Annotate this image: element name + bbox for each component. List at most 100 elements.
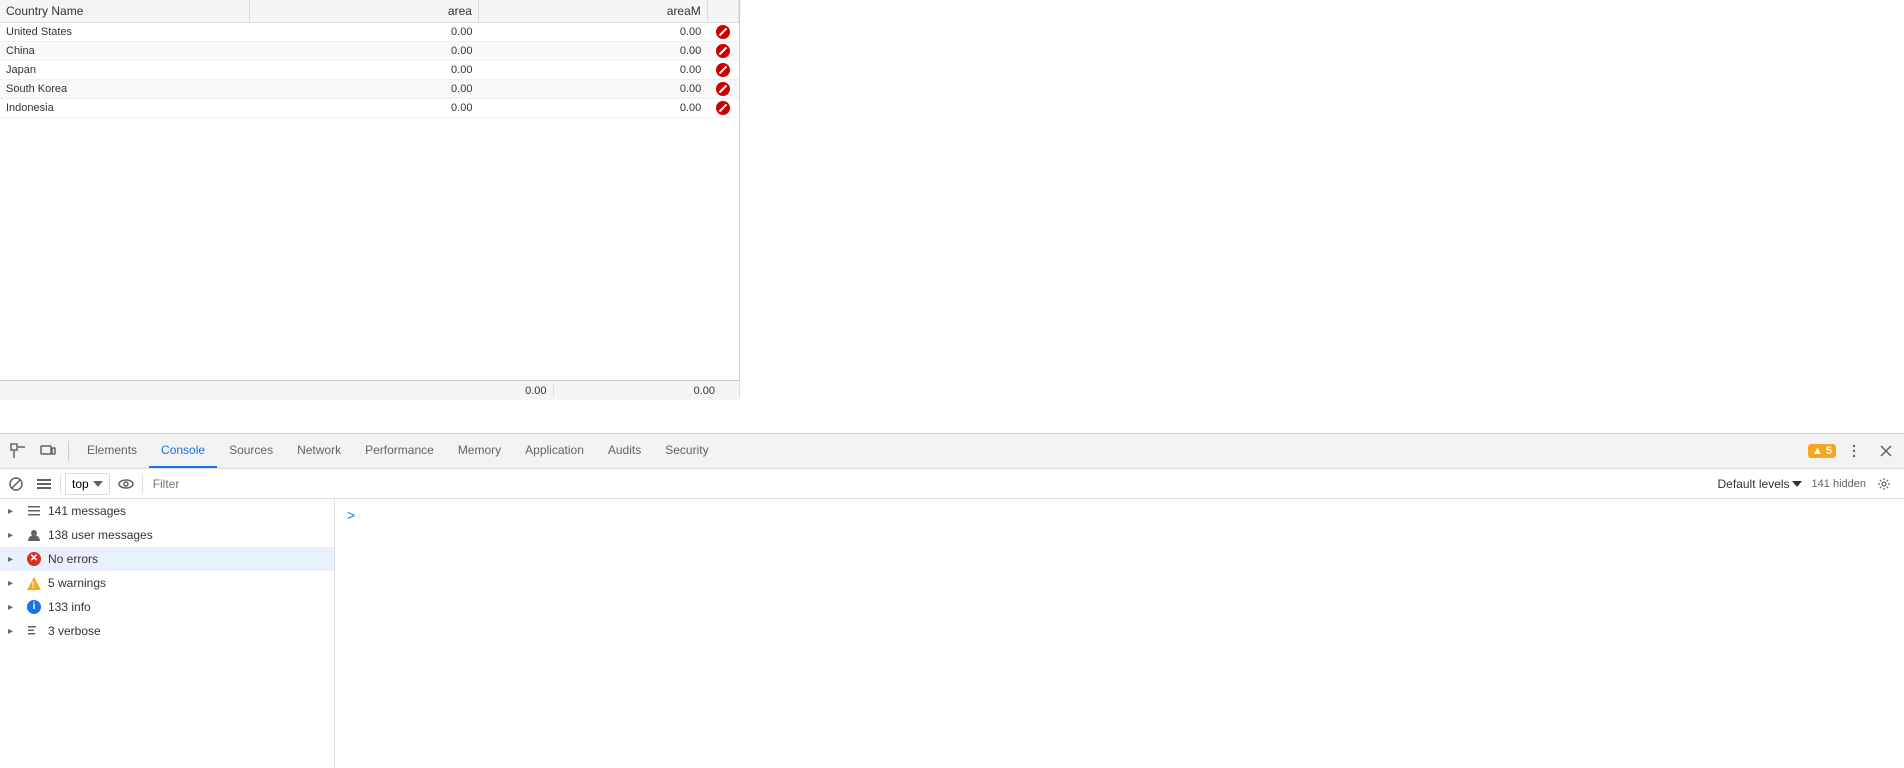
sidebar-item-info[interactable]: ▸ i 133 info bbox=[0, 595, 334, 619]
sidebar-item-label: 138 user messages bbox=[48, 528, 153, 542]
warning-badge: ▲ 5 bbox=[1808, 444, 1836, 458]
no-entry-icon bbox=[716, 101, 730, 115]
console-toolbar: top Default levels 141 hidden bbox=[0, 469, 1904, 499]
expand-arrow: ▸ bbox=[8, 554, 20, 565]
clear-console-btn[interactable] bbox=[4, 472, 28, 496]
item-icon-warning: ! bbox=[26, 575, 42, 591]
hidden-count-area: 141 hidden bbox=[1812, 472, 1900, 496]
table-row[interactable]: China 0.00 0.00 bbox=[0, 42, 739, 61]
table-row[interactable]: United States 0.00 0.00 bbox=[0, 23, 739, 42]
more-options-btn[interactable] bbox=[1840, 437, 1868, 465]
sidebar-item-label: 141 messages bbox=[48, 504, 126, 518]
context-selector[interactable]: top bbox=[65, 473, 110, 495]
cell-country: Indonesia bbox=[0, 99, 250, 118]
col-header-actions bbox=[707, 0, 738, 23]
context-dropdown-icon bbox=[93, 481, 103, 487]
cell-aream: 0.00 bbox=[478, 61, 707, 80]
item-icon-error: ✕ bbox=[26, 551, 42, 567]
eye-btn[interactable] bbox=[114, 472, 138, 496]
cell-area: 0.00 bbox=[250, 80, 479, 99]
sidebar-item-all-messages[interactable]: ▸ 141 messages bbox=[0, 499, 334, 523]
data-table-container: Country Name area areaM United States 0.… bbox=[0, 0, 740, 400]
item-icon-user bbox=[26, 527, 42, 543]
cell-aream: 0.00 bbox=[478, 23, 707, 42]
sidebar-item-errors[interactable]: ▸ ✕ No errors bbox=[0, 547, 334, 571]
tab-application[interactable]: Application bbox=[513, 434, 596, 468]
toolbar-right: ▲ 5 bbox=[1808, 437, 1900, 465]
hidden-count-label: 141 hidden bbox=[1812, 478, 1866, 490]
cell-area: 0.00 bbox=[250, 42, 479, 61]
cell-aream: 0.00 bbox=[478, 42, 707, 61]
col-header-country[interactable]: Country Name bbox=[0, 0, 250, 23]
devtools-toolbar: ElementsConsoleSourcesNetworkPerformance… bbox=[0, 434, 1904, 469]
sidebar-item-label: 133 info bbox=[48, 600, 91, 614]
sidebar-item-label: No errors bbox=[48, 552, 98, 566]
no-entry-icon bbox=[716, 44, 730, 58]
tab-console[interactable]: Console bbox=[149, 434, 217, 468]
console-sidebar: ▸ 141 messages ▸ 138 user messages ▸ ✕ N… bbox=[0, 499, 335, 768]
console-input[interactable] bbox=[359, 508, 1892, 522]
filter-input[interactable] bbox=[147, 473, 1708, 495]
console-prompt: > bbox=[339, 503, 1900, 527]
sidebar-item-label: 3 verbose bbox=[48, 624, 101, 638]
sidebar-item-label: 5 warnings bbox=[48, 576, 106, 590]
expand-arrow: ▸ bbox=[8, 506, 20, 517]
cell-action[interactable] bbox=[707, 42, 738, 61]
tab-security[interactable]: Security bbox=[653, 434, 720, 468]
toggle-sidebar-btn[interactable] bbox=[32, 472, 56, 496]
expand-arrow: ▸ bbox=[8, 626, 20, 637]
settings-btn[interactable] bbox=[1872, 472, 1896, 496]
devtools-panel: ElementsConsoleSourcesNetworkPerformance… bbox=[0, 433, 1904, 768]
cell-aream: 0.00 bbox=[478, 99, 707, 118]
sidebar-item-verbose[interactable]: ▸ 3 verbose bbox=[0, 619, 334, 643]
expand-arrow: ▸ bbox=[8, 578, 20, 589]
footer-area-total: 0.00 bbox=[385, 385, 553, 397]
cell-area: 0.00 bbox=[250, 99, 479, 118]
tab-network[interactable]: Network bbox=[285, 434, 353, 468]
default-levels-label: Default levels bbox=[1718, 477, 1790, 491]
device-toolbar-btn[interactable] bbox=[34, 437, 62, 465]
prompt-arrow: > bbox=[347, 507, 355, 523]
no-entry-icon bbox=[716, 82, 730, 96]
item-icon-verbose bbox=[26, 623, 42, 639]
cell-action[interactable] bbox=[707, 61, 738, 80]
tab-list: ElementsConsoleSourcesNetworkPerformance… bbox=[75, 434, 1806, 468]
table-row[interactable]: Japan 0.00 0.00 bbox=[0, 61, 739, 80]
sidebar-item-user-messages[interactable]: ▸ 138 user messages bbox=[0, 523, 334, 547]
sidebar-item-warnings[interactable]: ▸ ! 5 warnings bbox=[0, 571, 334, 595]
no-entry-icon bbox=[716, 63, 730, 77]
data-table: Country Name area areaM United States 0.… bbox=[0, 0, 739, 118]
cell-area: 0.00 bbox=[250, 23, 479, 42]
main-content: Country Name area areaM United States 0.… bbox=[0, 0, 1904, 400]
cell-area: 0.00 bbox=[250, 61, 479, 80]
cell-country: South Korea bbox=[0, 80, 250, 99]
table-row[interactable]: Indonesia 0.00 0.00 bbox=[0, 99, 739, 118]
cell-country: Japan bbox=[0, 61, 250, 80]
table-row[interactable]: South Korea 0.00 0.00 bbox=[0, 80, 739, 99]
col-header-area[interactable]: area bbox=[250, 0, 479, 23]
close-devtools-btn[interactable] bbox=[1872, 437, 1900, 465]
tab-elements[interactable]: Elements bbox=[75, 434, 149, 468]
item-icon-info: i bbox=[26, 599, 42, 615]
cell-action[interactable] bbox=[707, 80, 738, 99]
default-levels-arrow bbox=[1792, 481, 1802, 487]
cell-country: United States bbox=[0, 23, 250, 42]
tab-sources[interactable]: Sources bbox=[217, 434, 285, 468]
cell-action[interactable] bbox=[707, 23, 738, 42]
default-levels-btn[interactable]: Default levels bbox=[1712, 475, 1808, 493]
console-main[interactable]: > bbox=[335, 499, 1904, 768]
cell-action[interactable] bbox=[707, 99, 738, 118]
footer-aream-total: 0.00 bbox=[554, 385, 740, 397]
expand-arrow: ▸ bbox=[8, 602, 20, 613]
console-sep-1 bbox=[60, 475, 61, 493]
table-footer: 0.00 0.00 bbox=[0, 380, 740, 400]
tab-performance[interactable]: Performance bbox=[353, 434, 446, 468]
cell-country: China bbox=[0, 42, 250, 61]
inspect-element-btn[interactable] bbox=[4, 437, 32, 465]
console-sep-2 bbox=[142, 475, 143, 493]
col-header-aream[interactable]: areaM bbox=[478, 0, 707, 23]
toolbar-sep-1 bbox=[68, 441, 69, 461]
tab-audits[interactable]: Audits bbox=[596, 434, 653, 468]
tab-memory[interactable]: Memory bbox=[446, 434, 513, 468]
no-entry-icon bbox=[716, 25, 730, 39]
